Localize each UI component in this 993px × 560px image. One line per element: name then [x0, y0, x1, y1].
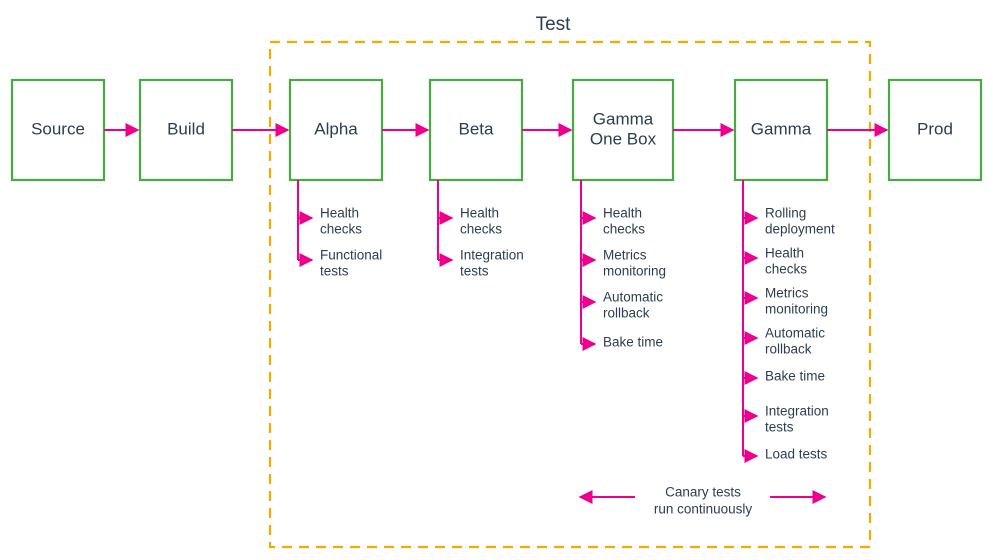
stage-alpha: Alpha	[290, 80, 382, 180]
gamma-sub-5-l2: tests	[765, 420, 794, 435]
alpha-sub-0-l1: Health	[320, 206, 359, 221]
gob-sub-0-l1: Health	[603, 206, 642, 221]
canary-line2: run continuously	[654, 502, 753, 517]
gob-sub-0-l2: checks	[603, 222, 645, 237]
alpha-sub-1-l1: Functional	[320, 248, 382, 263]
stage-gamma-onebox-line1: Gamma	[593, 109, 654, 128]
pipeline-diagram: Test Source Build Alpha Beta Gamma One B…	[0, 0, 993, 560]
gob-sub-1-l1: Metrics	[603, 248, 647, 263]
gamma-sub-list: Rolling deployment Health checks Metrics…	[743, 180, 835, 462]
test-group-title: Test	[536, 14, 572, 35]
beta-sub-list: Health checks Integration tests	[438, 180, 524, 279]
stage-source: Source	[12, 80, 104, 180]
stage-gamma: Gamma	[735, 80, 827, 180]
stage-beta-label: Beta	[459, 119, 495, 138]
gamma-sub-0-l2: deployment	[765, 222, 835, 237]
stage-source-label: Source	[31, 119, 85, 138]
beta-sub-1-l1: Integration	[460, 248, 524, 263]
gamma-sub-1-l2: checks	[765, 262, 807, 277]
gob-sub-2-l1: Automatic	[603, 290, 663, 305]
stage-gamma-label: Gamma	[751, 119, 812, 138]
gamma-sub-4-l1: Bake time	[765, 369, 825, 384]
gamma-sub-1-l1: Health	[765, 246, 804, 261]
stage-alpha-label: Alpha	[314, 119, 358, 138]
gamma-sub-2-l2: monitoring	[765, 302, 828, 317]
alpha-sub-list: Health checks Functional tests	[298, 180, 382, 279]
stage-prod-label: Prod	[917, 119, 953, 138]
gamma-sub-6-l1: Load tests	[765, 447, 828, 462]
gob-sub-2-l2: rollback	[603, 306, 650, 321]
beta-sub-0-l1: Health	[460, 206, 499, 221]
stage-gamma-onebox-line2: One Box	[590, 129, 657, 148]
gamma-sub-2-l1: Metrics	[765, 286, 809, 301]
beta-sub-0-l2: checks	[460, 222, 502, 237]
stage-beta: Beta	[430, 80, 522, 180]
stage-build: Build	[140, 80, 232, 180]
canary-tests-footnote: Canary tests run continuously	[580, 485, 825, 517]
gob-sub-3-l1: Bake time	[603, 335, 663, 350]
gob-sub-1-l2: monitoring	[603, 264, 666, 279]
gamma-sub-3-l2: rollback	[765, 342, 812, 357]
gamma-onebox-sub-list: Health checks Metrics monitoring Automat…	[581, 180, 666, 350]
alpha-sub-1-l2: tests	[320, 264, 349, 279]
stage-gamma-onebox: Gamma One Box	[573, 80, 673, 180]
gamma-sub-5-l1: Integration	[765, 404, 829, 419]
gamma-sub-0-l1: Rolling	[765, 206, 806, 221]
alpha-sub-0-l2: checks	[320, 222, 362, 237]
canary-line1: Canary tests	[665, 485, 741, 500]
stage-prod: Prod	[889, 80, 981, 180]
stage-build-label: Build	[167, 119, 205, 138]
beta-sub-1-l2: tests	[460, 264, 489, 279]
gamma-sub-3-l1: Automatic	[765, 326, 825, 341]
